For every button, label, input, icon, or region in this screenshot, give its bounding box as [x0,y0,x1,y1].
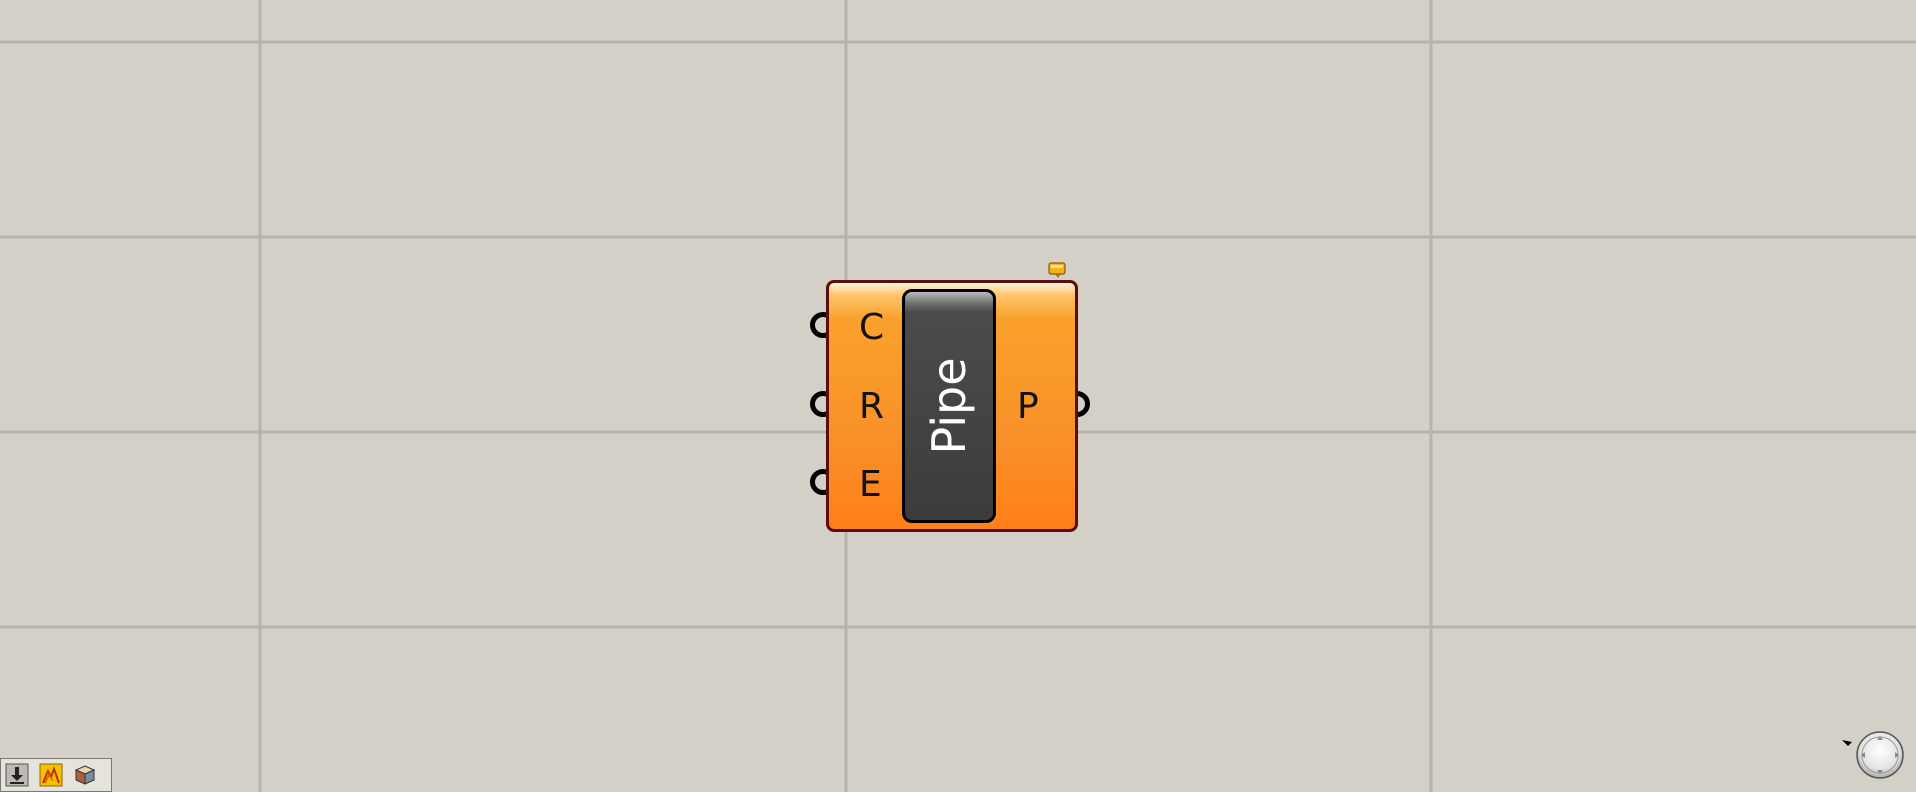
input-param-label-e[interactable]: E [859,467,882,503]
preview-mesh-icon [39,763,63,787]
preview-mesh-button[interactable] [38,762,64,788]
download-button[interactable] [4,762,30,788]
zoom-navigation-icon[interactable] [1840,730,1906,786]
component-name-box[interactable]: Pipe [902,289,996,523]
grasshopper-canvas[interactable]: C R E P Pipe [0,0,1916,792]
bake-object-icon [74,765,96,785]
input-param-label-r[interactable]: R [859,389,884,425]
output-param-label-p[interactable]: P [1017,389,1039,425]
message-balloon-icon[interactable] [1048,262,1066,278]
bake-object-button[interactable] [72,762,98,788]
download-icon [5,763,29,787]
component-name: Pipe [922,357,976,455]
component-body[interactable]: C R E P Pipe [826,280,1078,532]
input-param-label-c[interactable]: C [859,310,884,346]
canvas-toolbar [0,758,112,792]
pipe-component[interactable]: C R E P Pipe [810,280,1090,532]
